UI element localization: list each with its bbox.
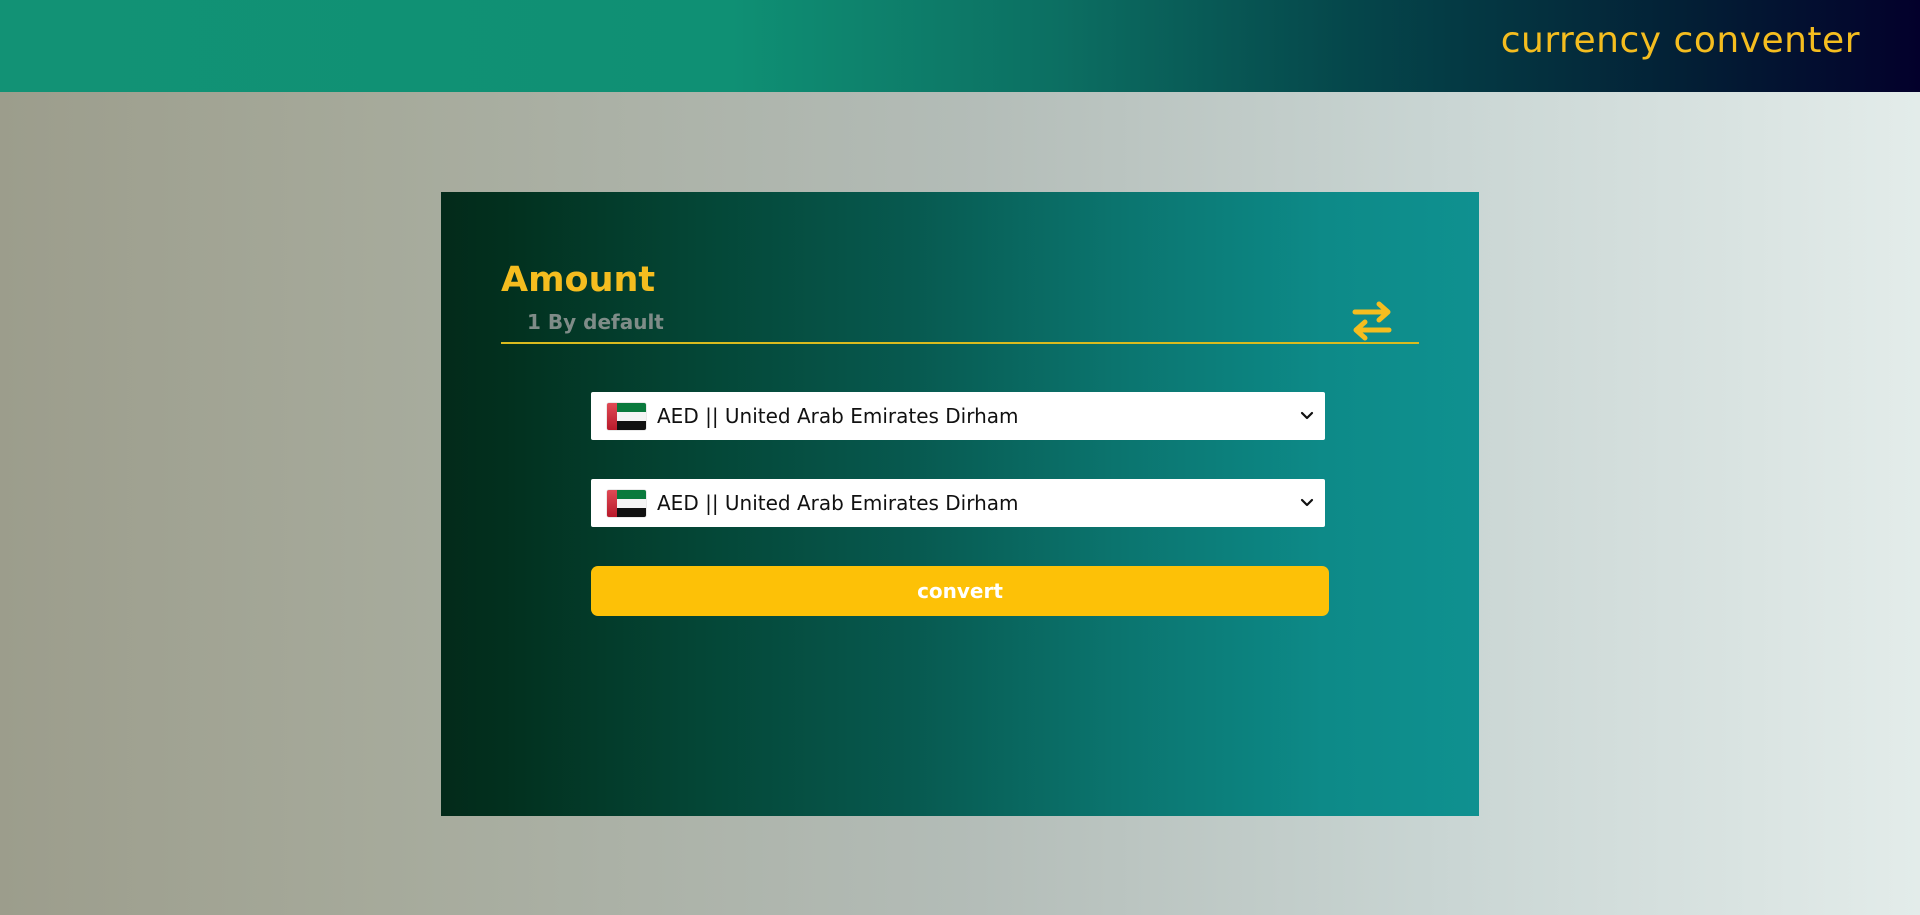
ae-flag-icon [607,489,646,517]
to-currency-select[interactable]: AED || United Arab Emirates Dirham [591,479,1325,527]
from-currency-select[interactable]: AED || United Arab Emirates Dirham [591,392,1325,440]
top-navbar: currency conventer [0,0,1920,92]
amount-label: Amount [501,260,656,300]
from-currency-value: AED || United Arab Emirates Dirham [657,404,1019,428]
convert-button[interactable]: convert [591,566,1329,616]
app-title: currency conventer [1500,20,1860,61]
amount-input[interactable] [501,302,1419,344]
converter-card: Amount AED || United Arab Emirates Dirha… [441,192,1479,816]
swap-arrows-icon [1352,301,1392,341]
chevron-down-icon [1300,498,1314,507]
to-currency-value: AED || United Arab Emirates Dirham [657,491,1019,515]
chevron-down-icon [1300,411,1314,420]
ae-flag-icon [607,402,646,430]
swap-currencies-button[interactable] [1351,300,1393,342]
